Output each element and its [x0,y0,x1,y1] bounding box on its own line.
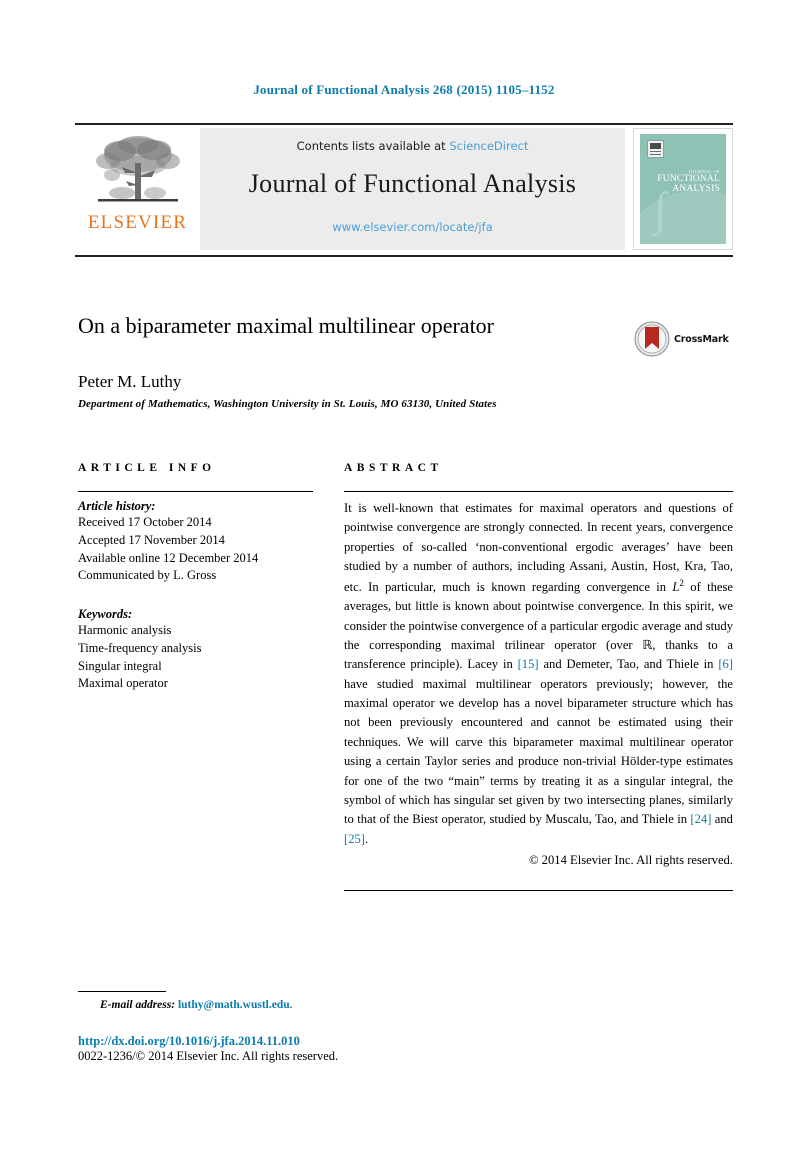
page-title: On a biparameter maximal multilinear ope… [78,313,495,338]
article-history-item: Available online 12 December 2014 [78,550,259,565]
running-head: Journal of Functional Analysis 268 (2015… [253,82,555,97]
keyword-item: Maximal operator [78,676,168,691]
abstract-top-rule [344,491,733,492]
cover-title-text: JOURNAL OF FUNCTIONAL ANALYSIS [640,169,720,195]
journal-homepage-link[interactable]: www.elsevier.com/locate/jfa [332,220,492,234]
elsevier-wordmark: ELSEVIER [87,212,188,233]
sciencedirect-link[interactable]: ScienceDirect [449,139,528,153]
elsevier-logo: ELSEVIER [75,128,200,250]
abstract-copyright: © 2014 Elsevier Inc. All rights reserved… [528,853,733,868]
masthead-bottom-rule [75,255,733,257]
journal-title: Journal of Functional Analysis [248,169,577,198]
cover-line-3: ANALYSIS [672,183,720,194]
keywords-label: Keywords: [78,607,133,621]
cover-wave-shape [640,190,726,244]
footnote-separator-rule [78,991,166,992]
abstract-part-4: have studied maximal multilinear operato… [344,676,733,827]
elsevier-tree-icon [95,136,180,202]
issn-copyright-line: 0022-1236/© 2014 Elsevier Inc. All right… [78,1049,339,1063]
abstract-part-6: . [364,831,369,846]
cover-publisher-badge-icon [647,140,664,158]
crossmark-label: CrossMark [674,333,729,345]
citation-ref[interactable]: [24] [690,812,711,826]
email-footnote: E-mail address: luthy@math.wustl.edu. [100,999,293,1011]
author-affiliation: Department of Mathematics, Washington Un… [78,398,497,410]
abstract-part-5: and [711,812,733,827]
citation-ref[interactable]: [15] [518,657,539,671]
article-info-top-rule [78,491,313,492]
keywords-block: Keywords: Harmonic analysis Time-frequen… [78,607,313,693]
abstract-bottom-rule [344,890,733,892]
journal-cover-thumbnail[interactable]: ∫ JOURNAL OF FUNCTIONAL ANALYSIS [633,128,733,250]
article-history-item: Communicated by L. Gross [78,568,217,583]
email-period: . [289,999,293,1011]
article-info-heading: ARTICLE INFO [78,462,216,474]
email-address-link[interactable]: luthy@math.wustl.edu [178,999,290,1011]
journal-masthead: ELSEVIER Contents lists available at Sci… [75,123,733,251]
abstract-text: It is well-known that estimates for maxi… [344,499,733,849]
article-history-label: Article history: [78,499,156,513]
contents-prefix: Contents lists available at [296,139,450,153]
citation-ref[interactable]: [25] [344,832,365,846]
crossmark-badge[interactable]: CrossMark [634,318,734,360]
abstract-part-3: and Demeter, Tao, and Thiele in [538,657,719,672]
abstract-column: ABSTRACT It is well-known that estimates… [344,462,733,892]
article-info-column: ARTICLE INFO Article history: Received 1… [78,462,313,693]
doi-link[interactable]: http://dx.doi.org/10.1016/j.jfa.2014.11.… [78,1034,300,1049]
cover-artwork: ∫ JOURNAL OF FUNCTIONAL ANALYSIS [640,134,726,244]
article-history-item: Accepted 17 November 2014 [78,532,225,547]
author-name: Peter M. Luthy [78,372,182,391]
keyword-item: Singular integral [78,658,162,673]
keyword-item: Harmonic analysis [78,623,172,637]
keyword-item: Time-frequency analysis [78,640,202,655]
citation-ref[interactable]: [6] [718,657,733,671]
abstract-heading: ABSTRACT [344,462,443,474]
paper-first-page: Journal of Functional Analysis 268 (2015… [0,0,808,1162]
contents-available-line: Contents lists available at ScienceDirec… [297,139,529,153]
crossmark-icon [634,321,670,357]
journal-band: Contents lists available at ScienceDirec… [200,128,625,250]
email-label: E-mail address: [100,999,176,1011]
article-history-item: Received 17 October 2014 [78,515,212,529]
